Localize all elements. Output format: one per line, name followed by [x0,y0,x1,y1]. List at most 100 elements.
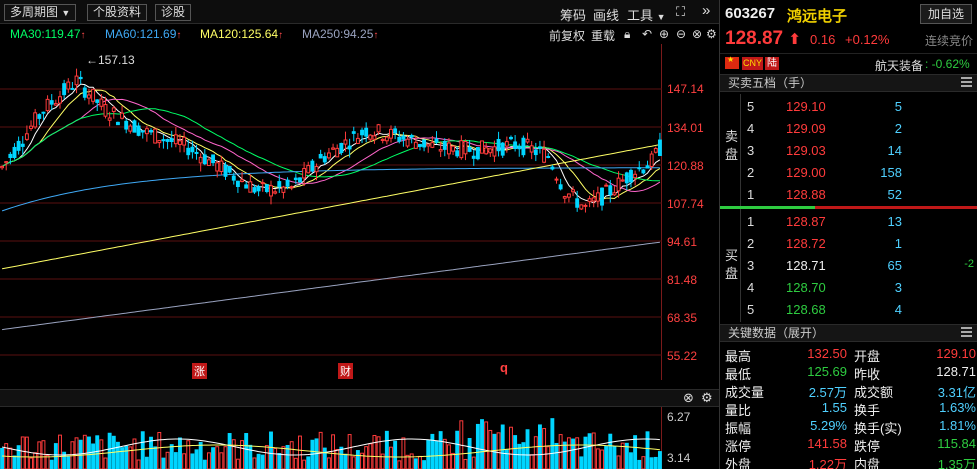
keydata-title[interactable]: 关键数据（展开） [720,324,977,342]
undo-icon[interactable]: ↶ [642,27,652,41]
bid-level: 3 [747,258,755,273]
zoom-out-icon[interactable]: ⊖ [676,27,686,41]
volume-bar [418,455,422,469]
candle-body [620,179,625,182]
candle-body [657,139,662,156]
volume-bar [178,437,182,469]
volume-bar [409,453,414,469]
settings-gear-icon[interactable]: ⚙ [706,27,717,41]
keydata-row: 成交量 2.57万 成交额 3.31亿 [720,382,977,400]
add-watchlist-button[interactable]: 加自选 [920,4,972,24]
ask-row[interactable]: 4 129.09 2 [720,118,977,140]
bid-level: 1 [747,214,755,229]
volume-bar [637,459,642,469]
volume-bar [351,456,356,469]
candle-body [637,167,642,170]
period-dropdown[interactable]: 多周期图 ▼ [4,4,77,21]
event-marker-rise[interactable]: 涨 [192,363,207,379]
candle-body [326,152,331,159]
bid-row[interactable]: 4 128.70 3 [720,277,977,299]
period-label: 多周期图 [10,5,59,19]
volume-chart[interactable] [0,407,662,469]
keydata-value: 132.50 [807,346,847,361]
adjust-forward-button[interactable]: 前复权 [549,27,585,44]
tools-dropdown[interactable]: 工具 ▼ [627,5,666,24]
ask-row[interactable]: 1 128.88 52 [720,184,977,206]
close-panel-icon[interactable]: ⊗ [683,390,694,406]
volume-bar [513,435,518,469]
volume-bar [144,456,149,469]
candle-body [442,140,447,150]
candle-body [12,146,17,159]
orderbook-title[interactable]: 买卖五档（手） [720,74,977,92]
volume-bar [413,458,418,469]
candle-body [438,149,443,152]
volume-bar [575,437,580,469]
diagnose-button[interactable]: 诊股 [155,4,192,21]
settings-gear-icon[interactable]: ⚙ [701,390,713,406]
ask-row[interactable]: 5 129.10 5 [720,96,977,118]
menu-icon[interactable] [961,327,972,337]
volume-bar [422,460,427,469]
bid-row[interactable]: 3 128.71 65 -2 [720,255,977,277]
candle-body [600,187,604,206]
candle-body [376,124,381,133]
y-tick: 68.35 [667,311,698,325]
candle-body [550,166,555,170]
candle-body [446,142,451,155]
volume-bar [467,438,472,469]
bid-row[interactable]: 5 128.68 4 [720,299,977,321]
ask-row[interactable]: 2 129.00 158 [720,162,977,184]
ask-row[interactable]: 3 129.03 14 [720,140,977,162]
kline-chart[interactable]: ←157.13 涨 财 q [0,44,662,380]
chips-button[interactable]: 筹码 [560,5,586,24]
bid-row[interactable]: 1 128.87 13 [720,211,977,233]
volume-bar [554,442,559,469]
candle-body [173,134,178,145]
candle-body [459,140,464,159]
bid-row[interactable]: 2 128.72 1 [720,233,977,255]
keydata-row: 量比 1.55 换手 1.63% [720,400,977,418]
bid-price: 128.71 [786,258,826,273]
lock-icon[interactable]: 🔒︎ [624,27,630,42]
menu-icon[interactable] [961,77,972,87]
fullscreen-icon[interactable]: ⛶ [676,5,685,19]
candle-body [608,185,613,196]
keydata-value: 5.29% [810,418,847,433]
volume-bar [124,445,129,469]
collapse-right-icon[interactable]: » [702,3,710,18]
draw-line-button[interactable]: 画线 [593,5,619,24]
keydata-value: 1.55 [821,400,847,415]
bid-price: 128.70 [786,280,826,295]
candle-body [41,111,46,114]
vol-tick: 3.14 [667,451,691,465]
candle-body [53,103,58,106]
bid-volume: 1 [894,236,902,251]
reload-button[interactable]: 重载 [591,27,615,44]
candle-body [219,160,224,172]
volume-bar [525,429,530,469]
keydata-row: 涨停 141.58 跌停 115.84 [720,436,977,454]
keydata-label: 开盘 [854,349,881,364]
close-circle-icon[interactable]: ⊗ [692,27,702,41]
event-marker-q[interactable]: q [500,360,508,375]
candle-body [318,153,323,159]
candle-body [149,129,153,133]
volume-bar [600,449,604,469]
stock-info-button[interactable]: 个股资料 [87,4,148,21]
candle-body [360,129,364,136]
candle-body [500,142,505,156]
candle-body [641,169,646,174]
volume-bar [66,456,71,469]
sector-name[interactable]: 航天装备 [875,57,923,74]
candle-body [430,142,435,148]
ask-price: 129.03 [786,143,826,158]
candle-body [70,87,75,90]
zoom-in-icon[interactable]: ⊕ [659,27,669,41]
candle-body [566,193,571,198]
keydata-value: 1.63% [939,400,976,415]
candle-body [198,156,203,164]
volume-bar [587,433,592,469]
event-marker-finance[interactable]: 财 [338,363,353,379]
candle-body [509,136,513,140]
